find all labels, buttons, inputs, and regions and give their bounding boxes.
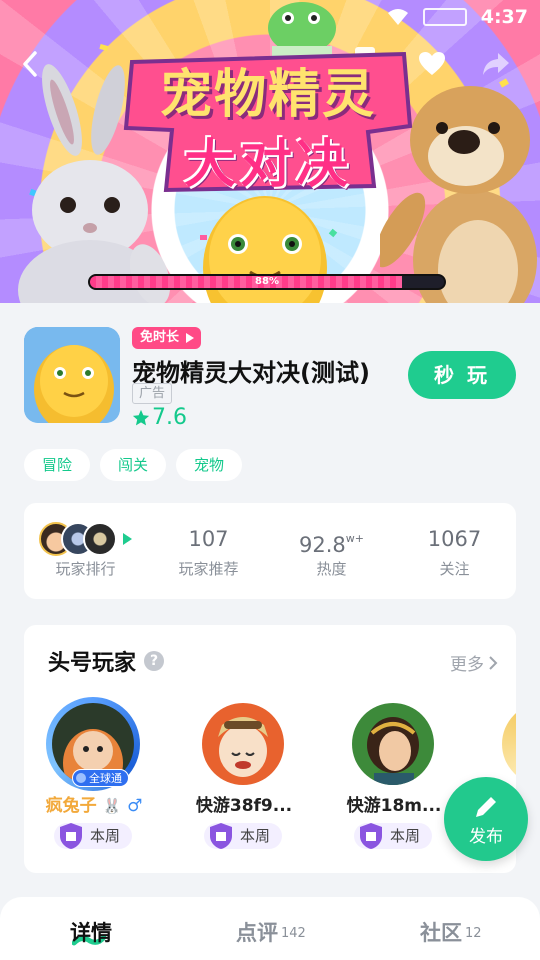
tab-label: 详情	[70, 921, 112, 945]
weekly-badge: 本周	[54, 823, 133, 849]
tab-community[interactable]: 社区 12	[420, 917, 482, 947]
genre-tag[interactable]: 闯关	[100, 449, 167, 481]
battery-icon	[422, 8, 467, 26]
share-button[interactable]	[476, 44, 516, 84]
game-title-art: 宠物精灵 大对决	[118, 44, 418, 195]
stat-label: 关注	[439, 559, 470, 578]
publish-button[interactable]: 发布	[444, 777, 528, 861]
stats-card: 玩家排行 107 玩家推荐 92.8w+ 热度 1067 关注	[24, 503, 516, 599]
tab-count: 142	[281, 926, 306, 941]
publish-label: 发布	[469, 826, 503, 847]
title-line-1: 宠物精灵	[159, 65, 376, 125]
weekly-label: 本周	[390, 827, 421, 845]
section-title-text: 头号玩家	[48, 651, 137, 676]
genre-tag[interactable]: 冒险	[24, 449, 91, 481]
genre-tag[interactable]: 宠物	[176, 449, 243, 481]
male-icon: ♂	[127, 796, 143, 816]
instant-play-button[interactable]: 秒 玩	[408, 351, 516, 399]
tab-details[interactable]: 详情	[70, 917, 112, 947]
play-arrow-icon	[123, 532, 132, 545]
player-avatar-partial[interactable]	[502, 703, 516, 785]
star-icon	[132, 409, 150, 425]
weekly-label: 本周	[240, 827, 271, 845]
game-app-icon[interactable]	[24, 327, 120, 423]
help-icon[interactable]: ?	[144, 651, 165, 671]
progress-text: 88%	[255, 276, 279, 287]
rabbit-icon: 🐰	[102, 797, 122, 815]
stat-follow[interactable]: 1067 关注	[393, 503, 516, 599]
wifi-icon	[387, 9, 408, 25]
player-name: 疯兔子 🐰 ♂	[24, 791, 164, 816]
heart-icon	[419, 52, 445, 75]
share-icon	[483, 53, 509, 75]
shield-icon	[60, 823, 82, 849]
game-banner[interactable]: 4:37 宠物精灵 大对决 88%	[0, 0, 540, 303]
player-name: 快游18m...	[346, 796, 442, 816]
status-bar: 4:37	[387, 6, 528, 28]
game-rating: 7.6	[132, 405, 187, 430]
weekly-badge: 本周	[204, 823, 283, 849]
players-row: 全球通 疯兔子 🐰 ♂ 本周 快游38f9... 本周 快游18m... 本周	[24, 695, 516, 865]
stat-popularity[interactable]: 92.8w+ 热度	[270, 503, 393, 599]
weekly-badge: 本周	[354, 823, 433, 849]
favorite-button[interactable]	[412, 44, 452, 84]
bottom-tab-bar: 详情 点评 142 社区 12	[0, 897, 540, 960]
game-detail-content: 免时长 宠物精灵大对决(测试) 广告 7.6 秒 玩 冒险 闯关 宠物 玩家排行	[0, 303, 540, 960]
player-avatar	[202, 703, 284, 785]
shield-icon	[360, 823, 382, 849]
stat-value: 107	[188, 526, 229, 551]
tab-count: 12	[465, 926, 482, 941]
weekly-label: 本周	[90, 827, 121, 845]
player-avatar	[352, 703, 434, 785]
tab-label: 社区	[420, 921, 462, 945]
rating-value: 7.6	[152, 405, 187, 430]
ranking-avatars	[39, 521, 132, 556]
status-time: 4:37	[480, 6, 528, 28]
stat-value-wrap: 92.8w+	[299, 524, 364, 557]
tab-reviews[interactable]: 点评 142	[236, 917, 306, 947]
ad-label: 广告	[132, 383, 173, 404]
chevron-right-icon	[489, 655, 498, 670]
genre-tags: 冒险 闯关 宠物	[24, 449, 243, 481]
top-players-card: 头号玩家 ? 更多 全球通 疯兔子 🐰 ♂ 本周 快游38f9... 本周 快游…	[24, 625, 516, 873]
more-label: 更多	[450, 655, 484, 675]
loading-progress-bar: 88%	[88, 274, 446, 290]
game-icon-art	[24, 327, 120, 423]
player-name: 快游38f9...	[195, 796, 293, 816]
title-line-2: 大对决	[183, 135, 352, 195]
shield-icon	[210, 823, 232, 849]
promo-tag[interactable]: 免时长	[132, 327, 202, 349]
stat-value: 92.8	[299, 532, 346, 557]
stat-label: 玩家排行	[55, 559, 116, 578]
more-link[interactable]: 更多	[450, 650, 498, 675]
promo-tag-label: 免时长	[140, 330, 180, 345]
stat-suffix: w+	[345, 531, 364, 545]
stat-player-ranking[interactable]: 玩家排行	[24, 503, 147, 599]
stat-player-recommend[interactable]: 107 玩家推荐	[147, 503, 270, 599]
game-info: 免时长 宠物精灵大对决(测试) 广告 7.6 秒 玩	[24, 327, 516, 430]
section-title: 头号玩家 ?	[48, 645, 165, 677]
avatar	[83, 521, 117, 556]
pencil-icon	[476, 796, 496, 817]
play-triangle-icon	[186, 333, 195, 343]
stat-label: 玩家推荐	[178, 559, 239, 578]
tab-label: 点评	[236, 921, 278, 945]
global-badge: 全球通	[72, 769, 129, 787]
stat-label: 热度	[316, 559, 347, 578]
player-name-text: 疯兔子	[45, 796, 97, 816]
stat-value: 1067	[427, 526, 482, 551]
